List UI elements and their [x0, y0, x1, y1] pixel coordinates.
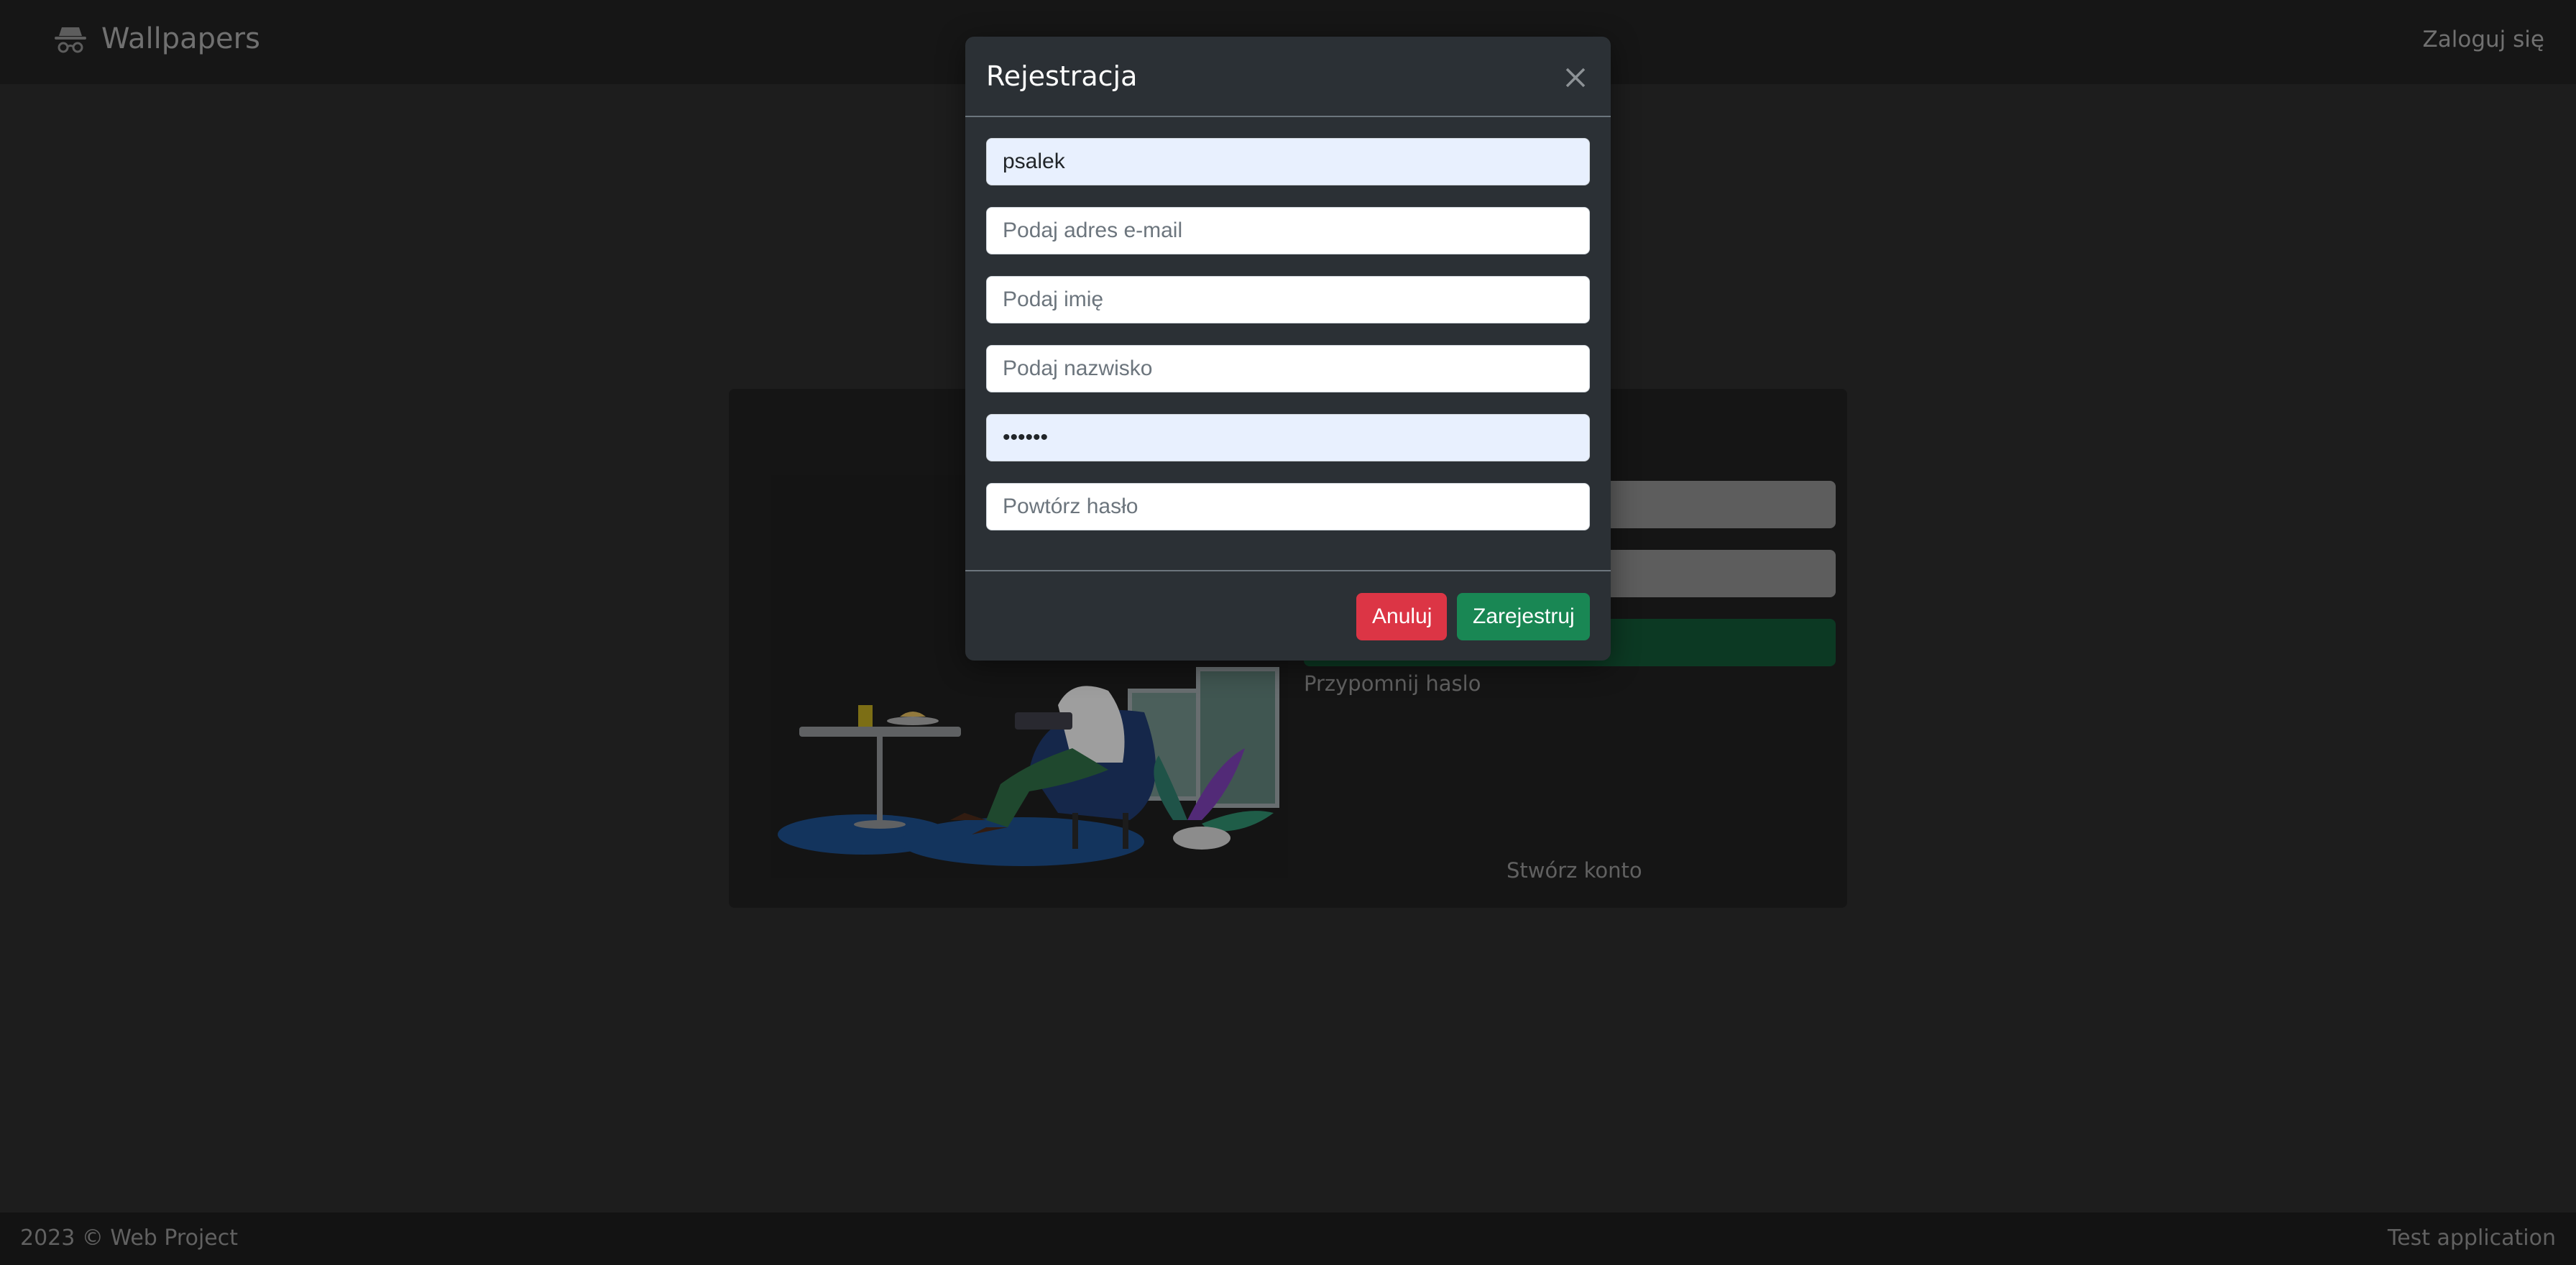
first-name-field[interactable]	[986, 276, 1590, 323]
password-field[interactable]	[986, 414, 1590, 461]
cancel-button[interactable]: Anuluj	[1356, 593, 1447, 640]
close-icon[interactable]	[1558, 60, 1593, 96]
repeat-password-field[interactable]	[986, 483, 1590, 530]
register-button[interactable]: Zarejestruj	[1457, 593, 1590, 640]
email-field[interactable]	[986, 207, 1590, 254]
modal-footer-divider	[965, 570, 1611, 571]
username-field[interactable]	[986, 138, 1590, 185]
modal-title: Rejestracja	[986, 60, 1138, 92]
modal-header: Rejestracja	[965, 37, 1611, 117]
registration-modal: Rejestracja Anuluj Zarejestruj	[965, 37, 1611, 661]
last-name-field[interactable]	[986, 345, 1590, 392]
